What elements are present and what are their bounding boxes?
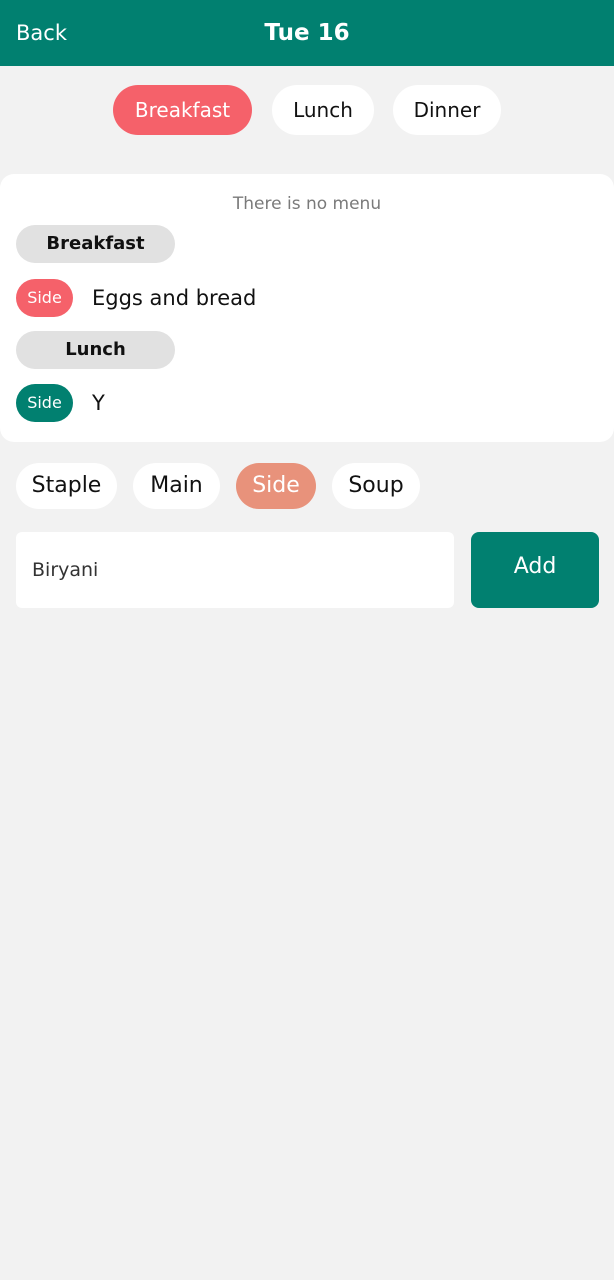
dish-name-input[interactable] bbox=[16, 532, 454, 608]
section-label-lunch: Lunch bbox=[16, 331, 175, 369]
page-title: Tue 16 bbox=[264, 20, 350, 46]
meal-tab-lunch[interactable]: Lunch bbox=[272, 85, 374, 135]
dish-type-badge: Side bbox=[16, 279, 73, 317]
add-button[interactable]: Add bbox=[471, 532, 599, 608]
back-button[interactable]: Back bbox=[16, 0, 67, 66]
meal-tab-breakfast[interactable]: Breakfast bbox=[113, 85, 252, 135]
dish-type-badge: Side bbox=[16, 384, 73, 422]
type-option-main[interactable]: Main bbox=[133, 463, 220, 509]
type-option-staple[interactable]: Staple bbox=[16, 463, 117, 509]
meal-tab-dinner[interactable]: Dinner bbox=[393, 85, 501, 135]
menu-card: There is no menu Breakfast Side Eggs and… bbox=[0, 174, 614, 442]
app-header: Back Tue 16 bbox=[0, 0, 614, 66]
type-option-side[interactable]: Side bbox=[236, 463, 316, 509]
menu-item-name: Eggs and bread bbox=[92, 286, 257, 310]
section-label-breakfast: Breakfast bbox=[16, 225, 175, 263]
type-option-soup[interactable]: Soup bbox=[332, 463, 420, 509]
empty-menu-message: There is no menu bbox=[232, 194, 382, 214]
menu-item-name: Y bbox=[92, 391, 105, 415]
